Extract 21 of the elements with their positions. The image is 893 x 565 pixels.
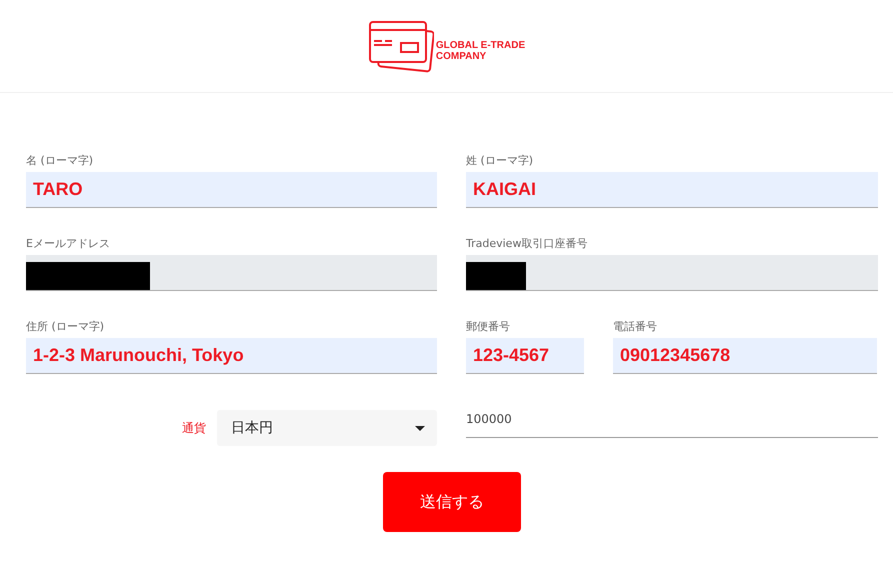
field-label: Eメールアドレス	[26, 236, 111, 250]
field-label: 電話番号	[613, 319, 658, 333]
input-field[interactable]: 09012345678	[613, 338, 877, 374]
input-field[interactable]: 123-4567	[466, 338, 584, 374]
field-label: 郵便番号	[466, 319, 511, 333]
input-field[interactable]: TARO	[26, 172, 437, 208]
submit-button[interactable]: 送信する	[383, 472, 521, 532]
input-field[interactable]: 1-2-3 Marunouchi, Tokyo	[26, 338, 437, 374]
field-label: 姓 (ローマ字)	[466, 153, 534, 167]
amount-field[interactable]: 100000	[466, 408, 878, 438]
logo-text: GLOBAL E-TRADE	[436, 40, 526, 51]
currency-label: 通貨	[182, 420, 206, 436]
redaction-bar	[466, 262, 526, 290]
currency-select[interactable]: 日本円	[217, 410, 437, 446]
field-label: 名 (ローマ字)	[26, 153, 94, 167]
logo-text: COMPANY	[436, 51, 488, 62]
input-field[interactable]: KAIGAI	[466, 172, 878, 208]
field-label: 住所 (ローマ字)	[26, 319, 106, 333]
credit-card-icon	[368, 19, 434, 73]
field-label: Tradeview取引口座番号	[466, 236, 588, 250]
caret-icon	[415, 426, 425, 430]
